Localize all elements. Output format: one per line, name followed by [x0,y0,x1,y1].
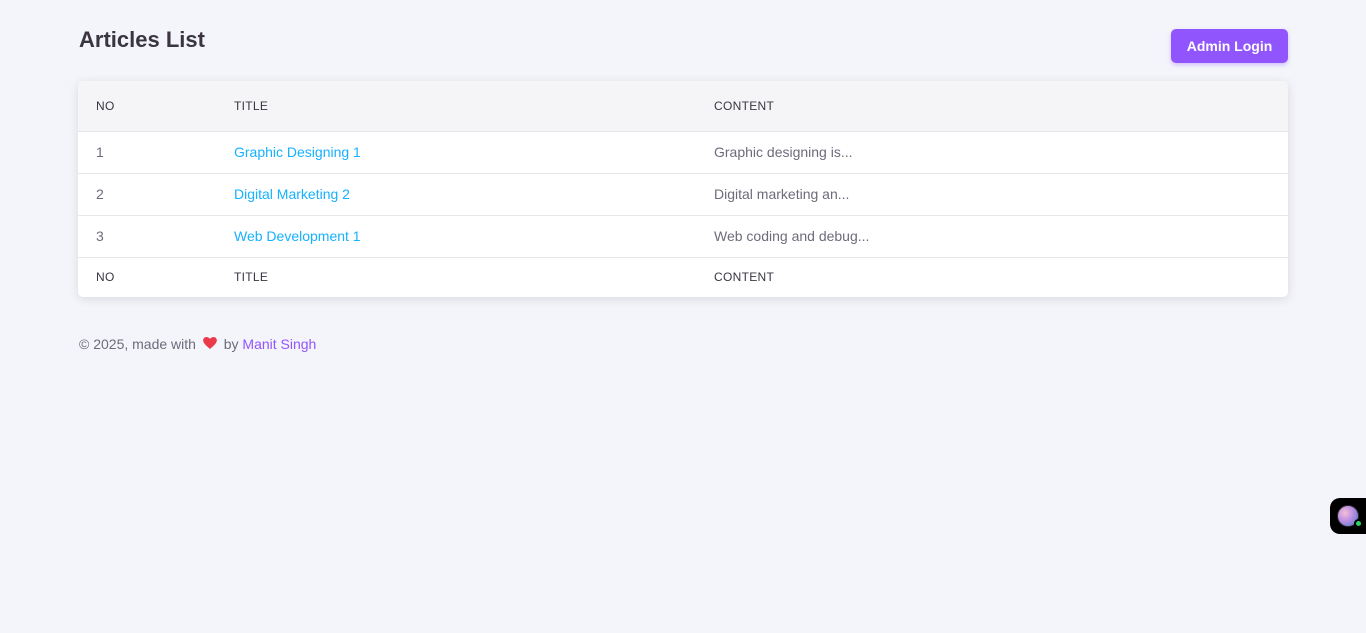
column-footer-no: NO [96,270,115,285]
footer: © 2025, made with by Manit Singh [79,335,316,355]
cell-title: Web Development 1 [234,215,714,257]
articles-table-card: NO TITLE CONTENT 1 Graphic Designing 1 G… [78,81,1288,297]
page: Articles List Admin Login NO TITLE CONTE… [0,0,1366,633]
footer-copyright: © 2025, made with [79,336,196,352]
column-footer-title: TITLE [234,270,269,285]
cell-content: Digital marketing an... [714,186,850,202]
column-header-content: CONTENT [714,98,775,113]
cell-title: Graphic Designing 1 [234,131,714,173]
table-header-row: NO TITLE CONTENT [78,81,1288,131]
author-link[interactable]: Manit Singh [242,336,316,352]
cell-no: 3 [96,228,104,244]
cell-no: 2 [96,186,104,202]
cell-title: Digital Marketing 2 [234,173,714,215]
column-header-no: NO [96,98,115,113]
online-status-dot [1354,519,1363,528]
footer-by: by [223,336,239,352]
admin-login-button[interactable]: Admin Login [1171,29,1288,63]
column-header-title: TITLE [234,98,269,113]
page-title: Articles List [79,27,205,52]
cell-content: Graphic designing is... [714,144,853,160]
floating-chat-widget[interactable] [1330,498,1366,534]
article-title-link[interactable]: Digital Marketing 2 [234,186,350,202]
cell-no: 1 [96,144,104,160]
column-footer-content: CONTENT [714,270,775,285]
table-footer-row: NO TITLE CONTENT [78,257,1288,297]
article-title-link[interactable]: Web Development 1 [234,228,361,244]
table-row: 2 Digital Marketing 2 Digital marketing … [78,173,1288,215]
cell-content: Web coding and debug... [714,228,870,244]
heart-icon [202,335,217,353]
header: Articles List Admin Login [79,26,1288,66]
articles-table: NO TITLE CONTENT 1 Graphic Designing 1 G… [78,81,1288,297]
table-row: 3 Web Development 1 Web coding and debug… [78,215,1288,257]
article-title-link[interactable]: Graphic Designing 1 [234,144,361,160]
table-row: 1 Graphic Designing 1 Graphic designing … [78,131,1288,173]
